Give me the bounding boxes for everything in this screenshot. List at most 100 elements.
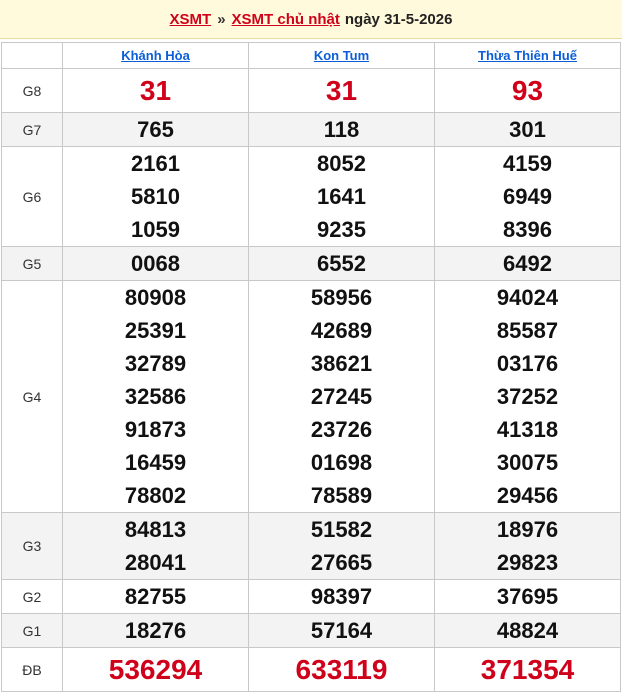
prize-number: 41318 <box>496 417 559 442</box>
prize-number: 27665 <box>310 550 373 575</box>
prize-row-g7: G7 765 118 301 <box>1 112 621 147</box>
province-link-thua-thien-hue[interactable]: Thừa Thiên Huế <box>478 48 577 63</box>
prize-cell: 2161 5810 1059 <box>62 146 249 247</box>
prize-number: 58956 <box>310 285 373 310</box>
prize-number: 01698 <box>310 450 373 475</box>
prize-number: 78589 <box>310 483 373 508</box>
prize-cell: 18976 29823 <box>434 512 621 580</box>
province-header: Thừa Thiên Huế <box>434 42 621 69</box>
province-header: Kon Tum <box>248 42 435 69</box>
prize-number: 28041 <box>124 550 187 575</box>
prize-number: 1059 <box>131 217 180 242</box>
prize-number: 1641 <box>317 184 366 209</box>
results-table: Khánh Hòa Kon Tum Thừa Thiên Huế G8 31 31 9… <box>1 42 621 692</box>
prize-row-g6: G6 2161 5810 1059 8052 1641 9235 4159 6949 8396 <box>1 146 621 247</box>
prize-number: 8396 <box>503 217 552 242</box>
prize-cell: 536294 <box>62 647 249 692</box>
draw-date: ngày 31-5-2026 <box>344 10 453 28</box>
prize-number: 85587 <box>496 318 559 343</box>
prize-label: G4 <box>1 280 63 513</box>
prize-number: 31 <box>139 75 172 106</box>
prize-number: 94024 <box>496 285 559 310</box>
prize-cell: 80908 25391 32789 32586 91873 16459 78802 <box>62 280 249 513</box>
prize-cell: 84813 28041 <box>62 512 249 580</box>
prize-cell: 301 <box>434 112 621 147</box>
prize-number: 80908 <box>124 285 187 310</box>
prize-number: 633119 <box>295 654 388 685</box>
prize-cell: 6492 <box>434 246 621 281</box>
prize-cell: 51582 27665 <box>248 512 435 580</box>
prize-label: G1 <box>1 613 63 648</box>
prize-number: 29823 <box>496 550 559 575</box>
prize-number: 57164 <box>310 618 373 643</box>
prize-row-g5: G5 0068 6552 6492 <box>1 246 621 281</box>
prize-number: 48824 <box>496 618 559 643</box>
prize-row-g3: G3 84813 28041 51582 27665 18976 29823 <box>1 512 621 580</box>
prize-number: 91873 <box>124 417 187 442</box>
province-header-row: Khánh Hòa Kon Tum Thừa Thiên Huế <box>1 42 621 69</box>
prize-number: 765 <box>137 117 174 142</box>
prize-cell: 31 <box>248 68 435 113</box>
prize-cell: 0068 <box>62 246 249 281</box>
prize-number: 4159 <box>503 151 552 176</box>
results-header: XSMT » XSMT chủ nhật ngày 31-5-2026 <box>0 0 622 39</box>
prize-number: 301 <box>509 117 546 142</box>
prize-cell: 6552 <box>248 246 435 281</box>
prize-number: 8052 <box>317 151 366 176</box>
prize-number: 82755 <box>124 584 187 609</box>
prize-number: 98397 <box>310 584 373 609</box>
prize-number: 2161 <box>131 151 180 176</box>
prize-number: 42689 <box>310 318 373 343</box>
prize-number: 93 <box>511 75 544 106</box>
prize-row-đb: ĐB 536294 633119 371354 <box>1 647 621 692</box>
prize-label: G5 <box>1 246 63 281</box>
prize-number: 536294 <box>108 654 203 685</box>
prize-cell: 8052 1641 9235 <box>248 146 435 247</box>
prize-row-g1: G1 18276 57164 48824 <box>1 613 621 648</box>
prize-label: G3 <box>1 512 63 580</box>
prize-cell: 93 <box>434 68 621 113</box>
prize-number: 32789 <box>124 351 187 376</box>
prize-cell: 57164 <box>248 613 435 648</box>
prize-label: G7 <box>1 112 63 147</box>
prize-cell: 765 <box>62 112 249 147</box>
prize-number: 16459 <box>124 450 187 475</box>
prize-row-g8: G8 31 31 93 <box>1 68 621 113</box>
prize-number: 6492 <box>503 251 552 276</box>
province-link-kon-tum[interactable]: Kon Tum <box>314 48 369 63</box>
prize-number: 9235 <box>317 217 366 242</box>
prize-number: 37695 <box>496 584 559 609</box>
prize-number: 78802 <box>124 483 187 508</box>
prize-label: G2 <box>1 579 63 614</box>
prize-number: 37252 <box>496 384 559 409</box>
prize-cell: 18276 <box>62 613 249 648</box>
prize-number: 18976 <box>496 517 559 542</box>
prize-number: 32586 <box>124 384 187 409</box>
prize-cell: 118 <box>248 112 435 147</box>
prize-cell: 94024 85587 03176 37252 41318 30075 29456 <box>434 280 621 513</box>
prize-number: 27245 <box>310 384 373 409</box>
prize-cell: 37695 <box>434 579 621 614</box>
prize-number: 371354 <box>480 654 575 685</box>
prize-number: 118 <box>323 117 360 142</box>
prize-number: 25391 <box>124 318 187 343</box>
prize-number: 18276 <box>124 618 187 643</box>
prize-number: 6949 <box>503 184 552 209</box>
prize-label: G6 <box>1 146 63 247</box>
xsmt-sunday-link[interactable]: XSMT chủ nhật <box>232 11 340 28</box>
province-link-khanh-hoa[interactable]: Khánh Hòa <box>121 48 190 63</box>
prize-number: 29456 <box>496 483 559 508</box>
prize-label: G8 <box>1 68 63 113</box>
prize-row-g2: G2 82755 98397 37695 <box>1 579 621 614</box>
prize-cell: 31 <box>62 68 249 113</box>
breadcrumb-separator: » <box>217 10 226 28</box>
prize-number: 03176 <box>496 351 559 376</box>
prize-label: ĐB <box>1 647 63 692</box>
prize-row-g4: G4 80908 25391 32789 32586 91873 16459 78802 589… <box>1 280 621 513</box>
prize-number: 84813 <box>124 517 187 542</box>
prize-cell: 98397 <box>248 579 435 614</box>
province-header: Khánh Hòa <box>62 42 249 69</box>
prize-cell: 4159 6949 8396 <box>434 146 621 247</box>
prize-number: 23726 <box>310 417 373 442</box>
xsmt-link[interactable]: XSMT <box>170 11 212 28</box>
